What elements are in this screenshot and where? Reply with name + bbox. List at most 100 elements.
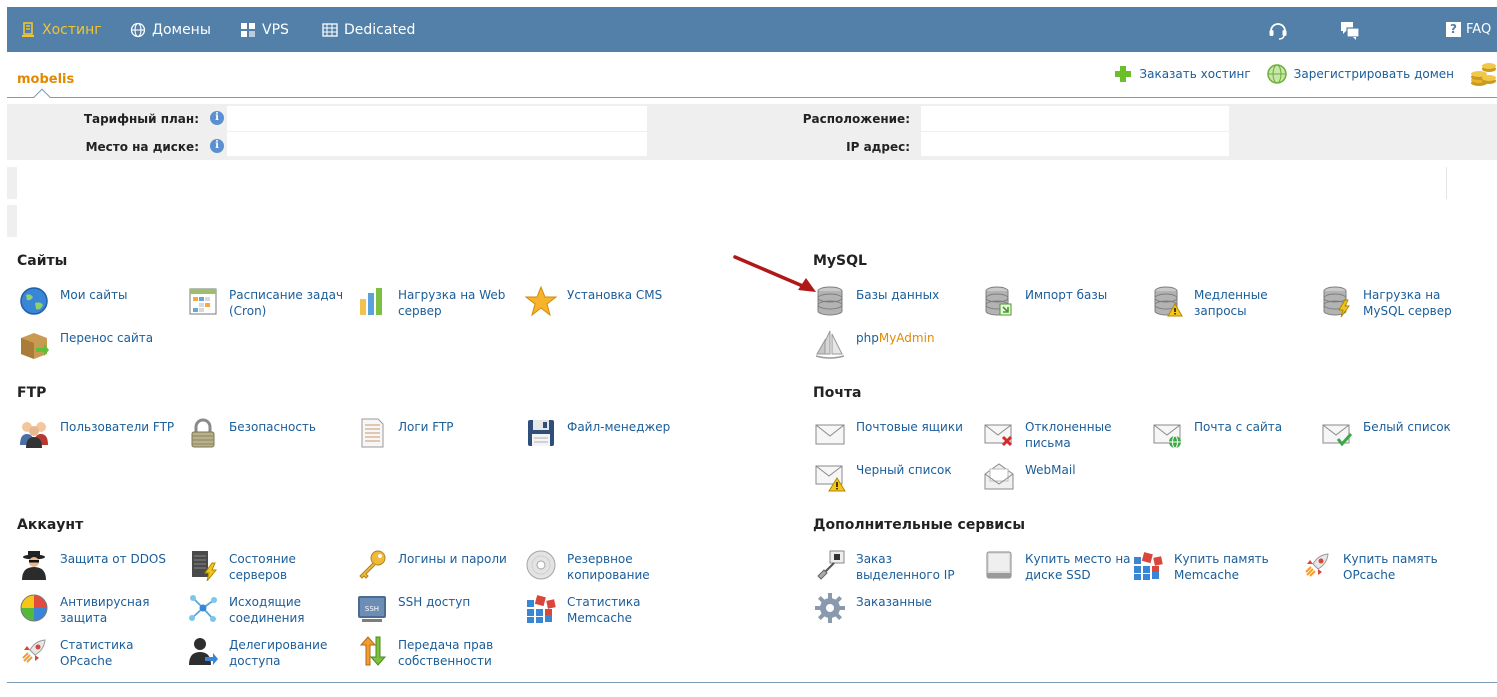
buy-ssd-label: Купить место на диске SSD [1025, 552, 1131, 582]
cron-item[interactable]: Расписание задач (Cron) [186, 284, 351, 319]
import-db-item[interactable]: Импорт базы [982, 284, 1147, 318]
backup-item[interactable]: Резервное копирование [524, 548, 689, 583]
nav-dedicated-label: Dedicated [344, 21, 416, 38]
mailboxes-label: Почтовые ящики [856, 420, 963, 434]
phpmyadmin-label: phpMyAdmin [856, 327, 935, 346]
tariff-value [227, 106, 647, 131]
phpmyadmin-label-myadmin: MyAdmin [878, 331, 935, 345]
envelope-warning-icon [813, 459, 847, 493]
ssh-access-item[interactable]: SSH SSH доступ [355, 591, 520, 625]
nav-hosting[interactable]: Хостинг [20, 7, 102, 52]
site-mail-item[interactable]: Почта с сайта [1151, 416, 1316, 450]
key-icon [355, 548, 389, 582]
cron-label: Расписание задач (Cron) [229, 288, 344, 318]
coins-icon[interactable] [1469, 61, 1497, 87]
site-transfer-item[interactable]: Перенос сайта [17, 327, 182, 361]
import-db-label: Импорт базы [1025, 288, 1108, 302]
site-transfer-label: Перенос сайта [60, 331, 154, 345]
ordered-services-item[interactable]: Заказанные [813, 591, 978, 625]
nav-vps[interactable]: VPS [240, 7, 289, 52]
order-ip-item[interactable]: Заказ выделенного IP [813, 548, 978, 583]
whitelist-label: Белый список [1363, 420, 1451, 434]
dedicated-icon [322, 22, 338, 38]
gear-icon [813, 591, 847, 625]
logins-item[interactable]: Логины и пароли [355, 548, 520, 582]
security-item[interactable]: Безопасность [186, 416, 351, 450]
faq-icon: ? [1446, 22, 1461, 37]
opcache-stats-item[interactable]: Статистика OPcache [17, 634, 182, 669]
slow-queries-item[interactable]: Медленные запросы [1151, 284, 1316, 319]
server-bolt-icon [186, 548, 220, 582]
section-title-extra-services: Дополнительные сервисы [813, 517, 1025, 533]
box-arrow-icon [17, 327, 51, 361]
ftp-logs-item[interactable]: Логи FTP [355, 416, 520, 450]
globe-green-icon [1266, 64, 1287, 84]
nav-hosting-label: Хостинг [42, 21, 102, 38]
envelope-reject-icon [982, 416, 1016, 450]
ssd-drive-icon [982, 548, 1016, 582]
databases-item[interactable]: Базы данных [813, 284, 978, 318]
nav-dedicated[interactable]: Dedicated [322, 7, 415, 52]
section-title-ftp: FTP [17, 385, 47, 401]
envelope-check-icon [1320, 416, 1354, 450]
section-title-mysql: MySQL [813, 253, 867, 269]
buy-ssd-item[interactable]: Купить место на диске SSD [982, 548, 1147, 583]
mailboxes-item[interactable]: Почтовые ящики [813, 416, 978, 450]
section-title-mail: Почта [813, 385, 862, 401]
location-value [921, 106, 1229, 131]
users-icon [17, 416, 51, 450]
register-domain-link[interactable]: Зарегистрировать домен [1266, 63, 1454, 85]
webmail-label: WebMail [1025, 463, 1076, 477]
faq-link[interactable]: ? FAQ [1446, 7, 1491, 52]
tab-notch [33, 88, 51, 106]
account-name-tab[interactable]: mobelis [17, 72, 74, 87]
webmail-item[interactable]: WebMail [982, 459, 1147, 493]
rejected-mail-item[interactable]: Отклоненные письма [982, 416, 1147, 451]
envelope-web-icon [1151, 416, 1185, 450]
buy-opcache-item[interactable]: Купить память OPcache [1300, 548, 1465, 583]
info-icon[interactable]: i [210, 139, 224, 153]
delegate-access-item[interactable]: Делегирование доступа [186, 634, 351, 669]
nav-domains[interactable]: Домены [130, 7, 211, 52]
delegate-access-label: Делегирование доступа [229, 638, 328, 668]
ftp-logs-label: Логи FTP [398, 420, 454, 434]
ddos-protection-item[interactable]: Защита от DDOS [17, 548, 182, 582]
info-icon[interactable]: i [210, 111, 224, 125]
antivirus-item[interactable]: Антивирусная защита [17, 591, 182, 626]
outgoing-connections-item[interactable]: Исходящие соединения [186, 591, 351, 626]
web-load-item[interactable]: Нагрузка на Web сервер [355, 284, 520, 319]
server-status-item[interactable]: Состояние серверов [186, 548, 351, 583]
my-sites-label: Мои сайты [60, 288, 128, 302]
whitelist-item[interactable]: Белый список [1320, 416, 1485, 450]
order-hosting-link[interactable]: Заказать хостинг [1113, 64, 1251, 84]
ip-label: IP адрес: [846, 140, 910, 154]
placeholder-strip [7, 205, 17, 237]
file-manager-item[interactable]: Файл-менеджер [524, 416, 689, 450]
buy-memcache-item[interactable]: Купить память Memcache [1131, 548, 1296, 583]
phpmyadmin-item[interactable]: phpMyAdmin [813, 327, 978, 361]
web-load-label: Нагрузка на Web сервер [398, 288, 506, 318]
network-icon [186, 591, 220, 625]
transfer-ownership-item[interactable]: Передача прав собственности [355, 634, 520, 669]
outgoing-connections-label: Исходящие соединения [229, 595, 305, 625]
database-icon [813, 284, 847, 318]
ftp-users-label: Пользователи FTP [60, 420, 175, 434]
ftp-users-item[interactable]: Пользователи FTP [17, 416, 182, 450]
memcache-stats-item[interactable]: Статистика Memcache [524, 591, 689, 626]
location-label: Расположение: [802, 112, 910, 126]
mysql-load-label: Нагрузка на MySQL сервер [1363, 288, 1452, 318]
lock-icon [186, 416, 220, 450]
mysql-load-item[interactable]: Нагрузка на MySQL сервер [1320, 284, 1485, 319]
network-plug-icon [813, 548, 847, 582]
my-sites-item[interactable]: Мои сайты [17, 284, 182, 318]
open-envelope-icon [982, 459, 1016, 493]
chat-icon[interactable] [1339, 7, 1361, 52]
blacklist-item[interactable]: Черный список [813, 459, 978, 493]
install-cms-item[interactable]: Установка CMS [524, 284, 689, 318]
account-info-panel: Тарифный план: i Место на диске: i Распо… [7, 104, 1497, 160]
support-icon[interactable] [1267, 7, 1289, 52]
floppy-icon [524, 416, 558, 450]
disk-label: Место на диске: [85, 140, 199, 154]
server-icon [20, 21, 36, 38]
rejected-mail-label: Отклоненные письма [1025, 420, 1112, 450]
